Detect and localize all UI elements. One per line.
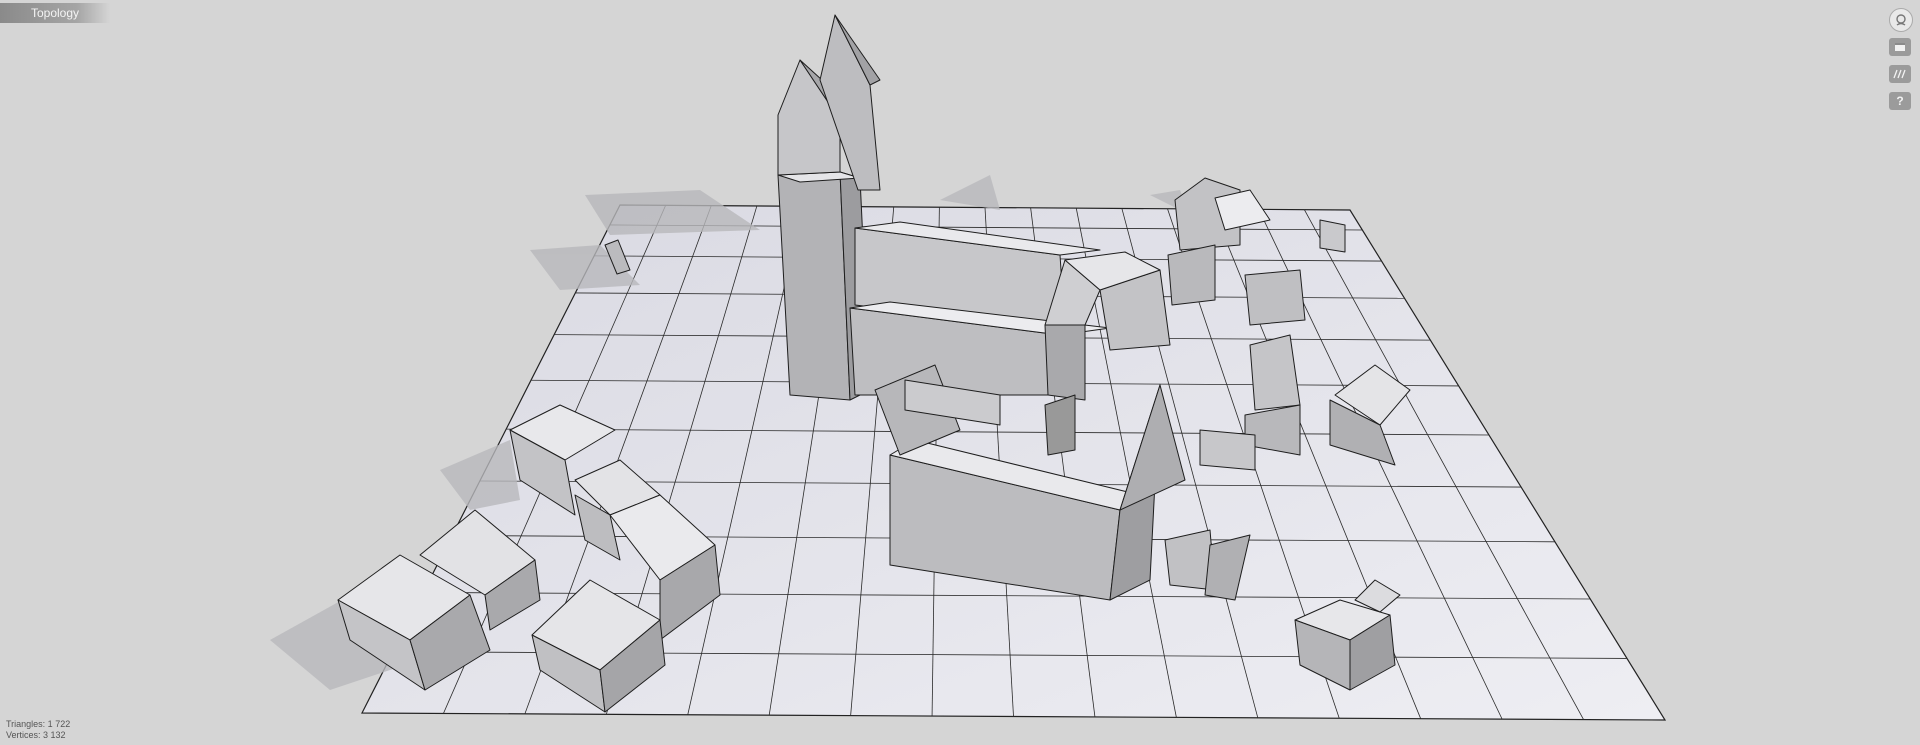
tab-topology[interactable]: Topology: [0, 3, 110, 23]
question-icon: ?: [1896, 94, 1904, 108]
texture-mode-button[interactable]: [1889, 65, 1911, 83]
help-button[interactable]: ?: [1889, 92, 1911, 110]
view-cube-button[interactable]: [1889, 8, 1913, 32]
toolbar: ?: [1889, 8, 1913, 119]
display-mode-button[interactable]: [1889, 38, 1911, 56]
3d-viewport[interactable]: [0, 0, 1920, 745]
stripes-icon: [1893, 69, 1906, 79]
scene-stats: Triangles: 1 722 Vertices: 3 132: [6, 719, 70, 741]
window-icon: [1895, 43, 1905, 51]
cube-head-icon: [1896, 14, 1906, 26]
triangles-count: Triangles: 1 722: [6, 719, 71, 729]
vertices-count: Vertices: 3 132: [6, 730, 66, 740]
